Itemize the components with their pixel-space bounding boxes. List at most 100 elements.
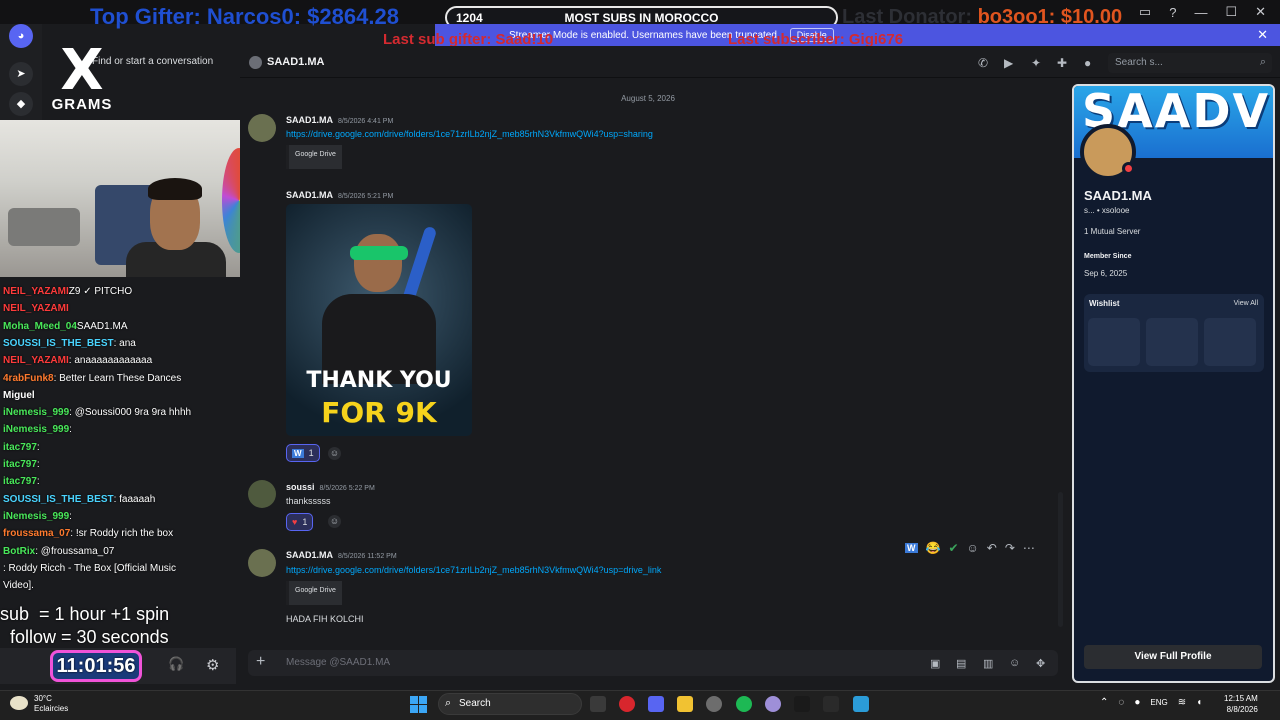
app-icon[interactable] (853, 696, 869, 712)
task-view-icon[interactable] (590, 696, 606, 712)
avatar[interactable] (248, 549, 276, 577)
attach-icon[interactable]: + (256, 653, 265, 671)
gif-icon[interactable]: ▤ (956, 657, 966, 670)
spotify-icon[interactable] (736, 696, 752, 712)
clock-time: 12:15 AM (1224, 694, 1258, 703)
link-embed[interactable]: Google Drive (286, 581, 342, 605)
taskbar-search-label: Search (459, 698, 491, 709)
profile-username: s... • xsolooe (1084, 206, 1130, 215)
reaction-button[interactable]: W 1 (286, 444, 320, 462)
mic-icon[interactable]: ● (1134, 697, 1140, 708)
wishlist-title: Wishlist (1089, 299, 1120, 308)
message-link[interactable]: https://drive.google.com/drive/folders/1… (286, 129, 653, 139)
reaction-button[interactable]: ♥ 1 (286, 513, 314, 531)
chat-scrollbar[interactable] (1058, 492, 1063, 627)
message-author[interactable]: soussi 8/5/2026 5:22 PM (286, 482, 375, 492)
server-icon[interactable]: ➤ (9, 62, 33, 86)
link-embed[interactable]: Google Drive (286, 145, 342, 169)
search-input[interactable]: Search s... ⌕ (1108, 53, 1272, 73)
headset-icon[interactable]: 🎧 (168, 656, 184, 672)
taskbar-clock[interactable]: 12:15 AM 8/8/2026 (1224, 693, 1258, 715)
message-link[interactable]: https://drive.google.com/drive/folders/1… (286, 565, 661, 575)
message-author[interactable]: SAAD1.MA 8/5/2026 11:52 PM (286, 550, 397, 560)
maximize-button[interactable]: ☐ (1225, 4, 1237, 20)
logo-word: GRAMS (51, 96, 113, 113)
obs-icon[interactable] (823, 696, 839, 712)
chat-username: iNemesis_999 (3, 424, 70, 436)
more-icon[interactable]: ⋯ (1023, 541, 1035, 555)
temperature: 30°C (34, 694, 52, 703)
taskbar (0, 690, 1280, 720)
network-icon[interactable]: ◌ (1118, 697, 1124, 708)
message-author[interactable]: SAAD1.MA 8/5/2026 4:41 PM (286, 115, 393, 125)
taskbar-search[interactable]: ⌕ Search (438, 693, 582, 715)
message-input[interactable]: Message @SAAD1.MA (286, 657, 390, 668)
start-tile (419, 696, 427, 704)
user-profile-icon[interactable]: ● (1084, 56, 1091, 70)
chat-username: iNemesis_999 (3, 407, 70, 419)
add-reaction-icon[interactable]: ☺ (967, 541, 979, 555)
wishlist-item[interactable] (1146, 318, 1198, 366)
avatar[interactable] (249, 56, 262, 69)
help-icon[interactable]: ? (1169, 5, 1176, 20)
pin-icon[interactable]: ✦ (1031, 56, 1041, 70)
close-window-button[interactable]: ✕ (1255, 4, 1266, 20)
discord-icon[interactable] (648, 696, 664, 712)
language-indicator[interactable]: ENG (1150, 697, 1167, 708)
add-reaction-icon[interactable]: ☺ (328, 447, 341, 460)
quick-reaction-check-icon[interactable]: ✔ (948, 541, 958, 555)
server-icon[interactable]: ◆ (9, 92, 33, 116)
browser-icon[interactable] (765, 696, 781, 712)
chat-username: Moha_Meed_04 (3, 320, 77, 332)
add-friend-icon[interactable]: ✚ (1057, 56, 1067, 70)
gift-icon[interactable]: ▣ (930, 657, 940, 670)
start-tile (410, 705, 418, 713)
quick-reaction-laugh-icon[interactable]: 😂 (926, 541, 941, 555)
avatar[interactable] (248, 114, 276, 142)
volume-icon[interactable]: ◖ (1196, 697, 1202, 708)
avatar[interactable] (248, 480, 276, 508)
discord-home-icon[interactable]: ◕ (9, 24, 33, 48)
kick-icon[interactable] (794, 696, 810, 712)
chat-message: SAAD1.MA (76, 320, 128, 332)
reply-icon[interactable]: ↶ (987, 541, 997, 555)
close-icon[interactable]: ✕ (1257, 27, 1268, 43)
author-name[interactable]: soussi (286, 482, 315, 492)
weather-widget[interactable]: 30°C Eclaircies (34, 694, 68, 714)
file-explorer-icon[interactable] (677, 696, 693, 712)
call-icon[interactable]: ✆ (978, 56, 988, 70)
opera-icon[interactable] (619, 696, 635, 712)
search-icon: ⌕ (445, 697, 452, 709)
chevron-up-icon[interactable]: ⌃ (1100, 697, 1108, 708)
dnd-status-icon (1122, 162, 1135, 175)
mutual-servers[interactable]: 1 Mutual Server (1084, 227, 1140, 236)
message-author[interactable]: SAAD1.MA 8/5/2026 5:21 PM (286, 190, 393, 200)
wishlist-item[interactable] (1088, 318, 1140, 366)
weather-icon[interactable] (10, 696, 28, 710)
author-name[interactable]: SAAD1.MA (286, 115, 333, 125)
inbox-icon[interactable]: ▭ (1139, 4, 1151, 20)
author-name[interactable]: SAAD1.MA (286, 190, 333, 200)
gear-icon[interactable]: ⚙ (206, 656, 219, 674)
author-name[interactable]: SAAD1.MA (286, 550, 333, 560)
forward-icon[interactable]: ↷ (1005, 541, 1015, 555)
emoji-icon[interactable]: ☺ (1009, 657, 1020, 669)
add-reaction-icon[interactable]: ☺ (328, 515, 341, 528)
profile-name: SAAD1.MA (1084, 188, 1152, 203)
wifi-icon[interactable]: ≋ (1178, 697, 1186, 708)
quick-reaction-w-icon[interactable]: W (905, 543, 918, 553)
start-button[interactable] (410, 696, 427, 713)
wishlist-card: Wishlist View All (1084, 294, 1264, 372)
minimize-button[interactable]: — (1194, 5, 1207, 20)
reaction-emoji-icon: W (292, 448, 304, 458)
apps-icon[interactable]: ✥ (1036, 657, 1045, 670)
message-image[interactable]: THANK YOU FOR 9K (286, 204, 472, 436)
image-glasses (350, 246, 408, 260)
sticker-icon[interactable]: ▥ (983, 657, 993, 670)
wishlist-item[interactable] (1204, 318, 1256, 366)
settings-app-icon[interactable] (706, 696, 722, 712)
view-all-link[interactable]: View All (1234, 300, 1258, 307)
goal-title: MOST SUBS IN MOROCCO (564, 11, 719, 25)
view-full-profile-button[interactable]: View Full Profile (1084, 645, 1262, 669)
video-icon[interactable]: ▶ (1004, 56, 1013, 70)
